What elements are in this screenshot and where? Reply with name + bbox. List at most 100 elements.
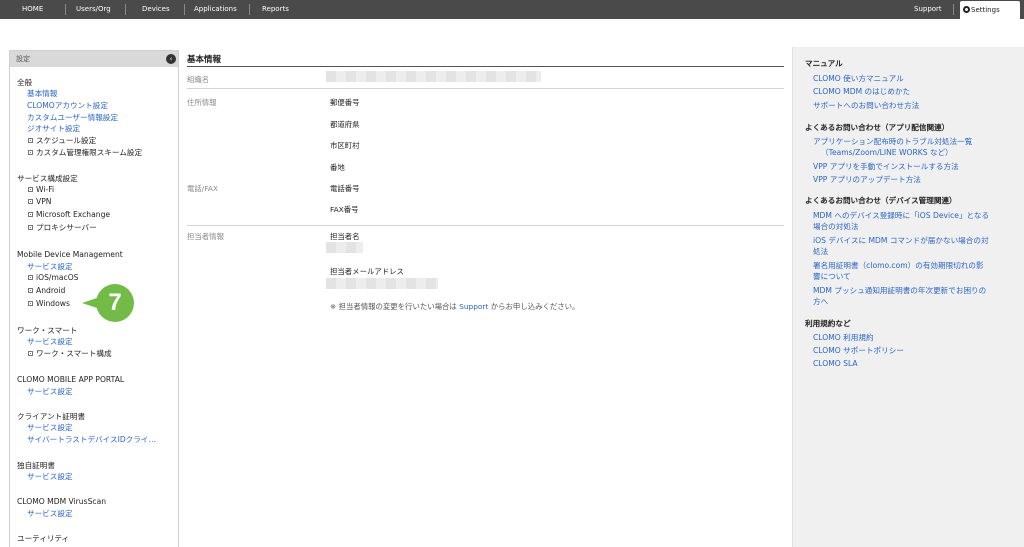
faq-device-heading: よくあるお問い合わせ（デバイス管理関連） [805, 196, 957, 205]
expand-icon [28, 138, 33, 143]
faq-device-link[interactable]: 処法 [813, 246, 828, 257]
nav-separator [249, 4, 250, 15]
manual-link[interactable]: サポートへのお問い合わせ方法 [813, 100, 919, 111]
section-app-portal: CLOMO MOBILE APP PORTAL [17, 375, 125, 384]
faq-app-link[interactable]: VPP アプリのアップデート方法 [813, 174, 921, 185]
sidebar-item-own-cert-service[interactable]: サービス設定 [27, 471, 73, 482]
faq-app-link[interactable]: （Teams/Zoom/LINE WORKS など） [821, 147, 953, 158]
section-general: 全般 [17, 78, 33, 87]
sidebar-item-ios-macos[interactable]: iOS/macOS [28, 273, 79, 282]
street-label: 番地 [330, 163, 345, 172]
sidebar-item-geosite[interactable]: ジオサイト設定 [27, 123, 80, 134]
sidebar-item-proxy[interactable]: プロキシサーバー [28, 222, 97, 233]
faq-device-link[interactable]: MDM プッシュ通知用証明書の年次更新でお困りの [813, 285, 986, 296]
faq-app-link[interactable]: VPP アプリを手動でインストールする方法 [813, 161, 959, 172]
expand-icon [28, 212, 33, 217]
sidebar-item-label: スケジュール設定 [36, 136, 97, 145]
faq-app-heading: よくあるお問い合わせ（アプリ配信関連） [805, 123, 950, 132]
nav-separator [184, 4, 185, 15]
sidebar-item-wifi[interactable]: Wi-Fi [28, 185, 54, 194]
expand-icon [28, 199, 33, 204]
sidebar-header-label: 設定 [16, 55, 30, 63]
nav-users-org[interactable]: Users/Org [76, 0, 111, 19]
section-own-cert: 独自証明書 [17, 461, 55, 470]
nav-reports[interactable]: Reports [262, 0, 289, 19]
sidebar-item-label: ワーク・スマート構成 [36, 349, 112, 358]
sidebar-item-exchange[interactable]: Microsoft Exchange [28, 210, 110, 219]
note-suffix: からお申し込みください。 [488, 302, 580, 311]
step-badge: 7 [96, 284, 134, 322]
terms-link[interactable]: CLOMO 利用規約 [813, 332, 874, 343]
expand-icon [28, 150, 33, 155]
contact-change-note: ※ 担当者情報の変更を行いたい場合は Support からお申し込みください。 [330, 301, 579, 312]
sidebar-item-app-portal-service[interactable]: サービス設定 [27, 386, 73, 397]
sidebar-item-custom-user-info[interactable]: カスタムユーザー情報設定 [27, 112, 118, 123]
sidebar-item-virusscan-service[interactable]: サービス設定 [27, 508, 73, 519]
sidebar-item-work-smart-service[interactable]: サービス設定 [27, 336, 73, 347]
page-title: 基本情報 [187, 55, 222, 65]
expand-icon [28, 225, 33, 230]
nav-applications[interactable]: Applications [194, 0, 237, 19]
contact-email-label: 担当者メールアドレス [330, 267, 404, 276]
nav-separator [65, 4, 66, 15]
faq-device-link[interactable]: 響について [813, 271, 851, 282]
faq-device-link[interactable]: 場合の対処法 [813, 221, 859, 232]
address-label: 住所情報 [187, 98, 217, 107]
faq-device-link[interactable]: MDM へのデバイス登録時に「iOS Device」となる [813, 210, 989, 221]
prefecture-label: 都道府県 [330, 120, 360, 129]
top-nav: HOME Users/Org Devices Applications Repo… [0, 0, 1024, 21]
city-label: 市区町村 [330, 141, 360, 150]
sidebar-item-schedule[interactable]: スケジュール設定 [28, 135, 96, 146]
faq-app-link[interactable]: アプリケーション配布時のトラブル対処法一覧 [813, 136, 972, 147]
postal-code-label: 郵便番号 [330, 98, 360, 107]
expand-icon [28, 301, 33, 306]
nav-support[interactable]: Support [914, 0, 942, 19]
manual-link[interactable]: CLOMO 使い方マニュアル [813, 73, 904, 84]
sidebar-item-basic-info[interactable]: 基本情報 [27, 88, 57, 99]
terms-link[interactable]: CLOMO SLA [813, 359, 858, 368]
sidebar-header: 設定 ‹ [10, 51, 178, 67]
fax-number-label: FAX番号 [330, 205, 359, 214]
section-client-cert: クライアント証明書 [17, 412, 86, 421]
chevron-left-icon[interactable]: ‹ [166, 54, 176, 64]
nav-settings-tab[interactable]: Settings [960, 1, 1020, 21]
sidebar-item-client-cert-service[interactable]: サービス設定 [27, 422, 73, 433]
sidebar-item-label: Windows [36, 299, 70, 308]
title-divider [187, 66, 784, 67]
sidebar-item-label: VPN [36, 197, 52, 206]
support-link[interactable]: Support [459, 302, 488, 311]
note-prefix: ※ 担当者情報の変更を行いたい場合は [330, 302, 460, 311]
manual-heading: マニュアル [805, 59, 843, 68]
sidebar-item-clomo-account[interactable]: CLOMOアカウント設定 [27, 100, 108, 111]
sidebar-item-custom-permission[interactable]: カスタム管理権限スキーム設定 [28, 147, 142, 158]
nav-home[interactable]: HOME [22, 0, 43, 19]
section-mdm: Mobile Device Management [17, 250, 123, 259]
manual-link[interactable]: CLOMO MDM のはじめかた [813, 86, 910, 97]
sidebar-item-vpn[interactable]: VPN [28, 197, 51, 206]
section-virusscan: CLOMO MDM VirusScan [17, 497, 107, 506]
phone-number-label: 電話番号 [330, 184, 360, 193]
terms-link[interactable]: CLOMO サポートポリシー [813, 345, 904, 356]
contact-name-label: 担当者名 [330, 232, 360, 241]
faq-device-link[interactable]: 署名用証明書（clomo.com）の有効期限切れの影 [813, 260, 984, 271]
nav-separator [125, 4, 126, 15]
section-work-smart: ワーク・スマート [17, 326, 78, 335]
sidebar-item-label: Microsoft Exchange [36, 210, 111, 219]
sidebar-item-label: Wi-Fi [36, 185, 55, 194]
faq-device-link[interactable]: iOS デバイスに MDM コマンドが届かない場合の対 [813, 235, 989, 246]
faq-device-link[interactable]: 方へ [813, 296, 828, 307]
org-name-value-redacted [326, 71, 541, 82]
section-service-config: サービス構成設定 [17, 174, 78, 183]
sidebar-item-work-smart-config[interactable]: ワーク・スマート構成 [28, 348, 112, 359]
sidebar-item-label: Android [36, 286, 66, 295]
expand-icon [28, 187, 33, 192]
nav-devices[interactable]: Devices [142, 0, 170, 19]
sidebar-item-android[interactable]: Android [28, 286, 65, 295]
sidebar-item-cybertrust[interactable]: サイバートラストデバイスIDクライ… [27, 434, 156, 445]
row-divider [187, 88, 784, 89]
sidebar-item-windows[interactable]: Windows [28, 299, 70, 308]
phone-fax-label: 電話/FAX [187, 184, 218, 193]
settings-label: Settings [971, 6, 1000, 14]
row-divider [187, 225, 784, 226]
sidebar-item-mdm-service[interactable]: サービス設定 [27, 261, 73, 272]
